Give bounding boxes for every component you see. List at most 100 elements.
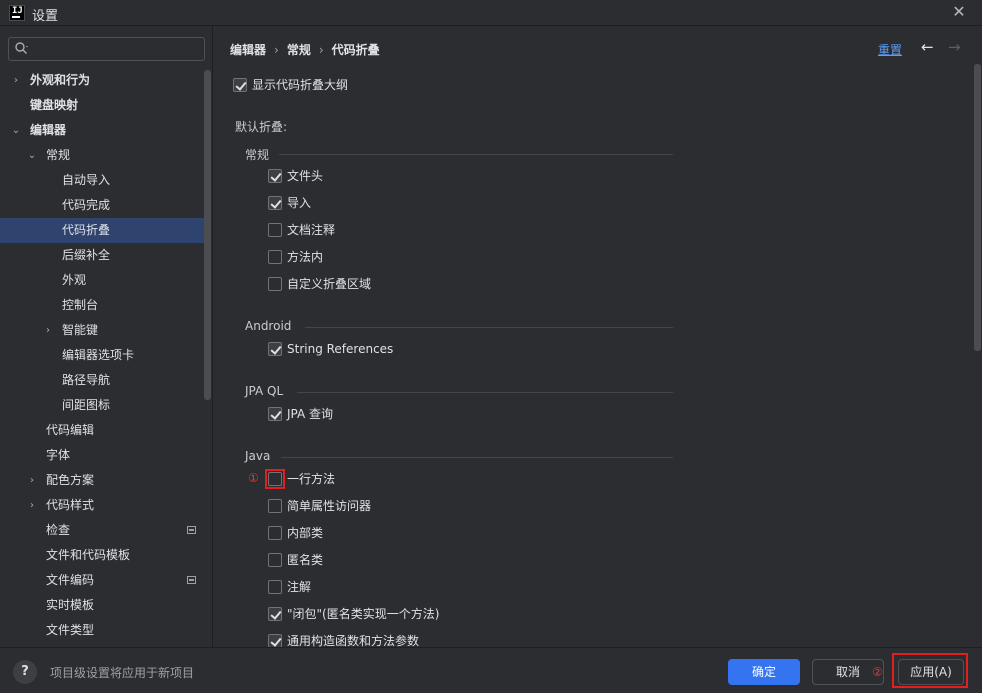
sidebar-item-label: 检查: [46, 523, 71, 537]
forward-arrow-icon[interactable]: →: [948, 38, 961, 56]
annotation-box-apply: [892, 653, 968, 688]
sidebar-item[interactable]: 字体: [0, 443, 204, 468]
chevron-right-icon[interactable]: ›: [10, 68, 22, 93]
sidebar-item[interactable]: 检查: [0, 518, 204, 543]
breadcrumb-item[interactable]: 编辑器: [230, 43, 266, 57]
ok-button[interactable]: 确定: [728, 659, 800, 685]
breadcrumb-separator: ›: [318, 43, 324, 57]
search-icon: [15, 42, 28, 54]
sidebar-item[interactable]: ⌄ 常规: [0, 143, 204, 168]
checkbox-label: 通用构造函数和方法参数: [287, 634, 420, 647]
sidebar-item[interactable]: 文件类型: [0, 618, 204, 643]
sidebar-item[interactable]: 间距图标: [0, 393, 204, 418]
group-separator: [297, 392, 673, 393]
checkbox-label: 导入: [287, 196, 312, 210]
checkbox-label: 显示代码折叠大纲: [252, 78, 349, 92]
checkbox[interactable]: [268, 499, 282, 513]
checkbox[interactable]: [268, 196, 282, 210]
sidebar-item[interactable]: 外观: [0, 268, 204, 293]
sidebar-item-label: 控制台: [62, 298, 99, 312]
checkbox-label: String References: [287, 342, 394, 356]
sidebar-item-label: 路径导航: [62, 373, 111, 387]
back-arrow-icon[interactable]: ←: [921, 38, 934, 56]
chevron-right-icon[interactable]: ›: [26, 493, 38, 518]
annotation-marker-2: ②: [872, 665, 883, 679]
sidebar-item[interactable]: › 代码样式: [0, 493, 204, 518]
annotation-marker-1: ①: [248, 471, 259, 485]
sidebar-item-label: 编辑器: [30, 123, 67, 137]
chevron-down-icon[interactable]: ⌄: [26, 143, 38, 168]
group-separator: [281, 457, 673, 458]
sidebar-item[interactable]: 代码折叠: [0, 218, 204, 243]
sidebar-item-label: 字体: [46, 448, 71, 462]
sidebar-item-label: 配色方案: [46, 473, 95, 487]
search-input[interactable]: [35, 40, 200, 58]
main-scrollbar[interactable]: [974, 64, 981, 351]
checkbox-label: 匿名类: [287, 553, 324, 567]
sidebar-item-label: 实时模板: [46, 598, 95, 612]
settings-sidebar: › 外观和行为 键盘映射 ⌄ 编辑器 ⌄ 常规 自动导入 代码完成 代码折叠 后缀补全 外观 控制台 › 智…: [0, 26, 213, 647]
chevron-right-icon[interactable]: ›: [26, 468, 38, 493]
checkbox[interactable]: [268, 526, 282, 540]
checkbox[interactable]: [268, 223, 282, 237]
sidebar-item[interactable]: › 智能键: [0, 318, 204, 343]
chevron-down-icon[interactable]: ⌄: [10, 118, 22, 143]
sidebar-item[interactable]: 自动导入: [0, 168, 204, 193]
checkbox[interactable]: [233, 78, 247, 92]
reset-link[interactable]: 重置: [878, 41, 902, 58]
checkbox[interactable]: [268, 250, 282, 264]
sidebar-item[interactable]: 编辑器选项卡: [0, 343, 204, 368]
default-fold-label: 默认折叠:: [235, 120, 288, 134]
sidebar-item[interactable]: 代码编辑: [0, 418, 204, 443]
sidebar-item-label: 外观: [62, 273, 87, 287]
sidebar-item[interactable]: 文件编码: [0, 568, 204, 593]
window-title: 设置: [32, 9, 59, 24]
checkbox[interactable]: [268, 607, 282, 621]
group-title: Android: [245, 319, 292, 333]
search-box[interactable]: [8, 37, 205, 61]
checkbox[interactable]: [268, 634, 282, 647]
breadcrumb-item[interactable]: 常规: [287, 43, 311, 57]
project-scope-icon: [187, 576, 196, 584]
checkbox[interactable]: [268, 277, 282, 291]
annotation-box-checkbox: [265, 469, 285, 489]
sidebar-item[interactable]: › 外观和行为: [0, 68, 204, 93]
chevron-right-icon[interactable]: ›: [42, 318, 54, 343]
sidebar-item-label: 代码样式: [46, 498, 95, 512]
checkbox[interactable]: [268, 553, 282, 567]
app-logo-icon: IJ: [9, 5, 25, 21]
sidebar-item-label: 编辑器选项卡: [62, 348, 135, 362]
sidebar-item-label: 文件编码: [46, 573, 95, 587]
checkbox[interactable]: [268, 580, 282, 594]
group-separator: [279, 154, 673, 155]
sidebar-item[interactable]: ⌄ 编辑器: [0, 118, 204, 143]
checkbox[interactable]: [268, 169, 282, 183]
checkbox[interactable]: [268, 407, 282, 421]
sidebar-item-label: 代码折叠: [62, 223, 111, 237]
sidebar-item[interactable]: 后缀补全: [0, 243, 204, 268]
checkbox[interactable]: [268, 342, 282, 356]
project-scope-icon: [187, 526, 196, 534]
checkbox-label: 注解: [287, 580, 312, 594]
title-bar: IJ 设置 ✕: [0, 0, 982, 26]
sidebar-item-label: 间距图标: [62, 398, 111, 412]
sidebar-item-label: 常规: [46, 148, 71, 162]
sidebar-item-label: 后缀补全: [62, 248, 111, 262]
breadcrumb: 编辑器 › 常规 › 代码折叠: [230, 41, 380, 58]
sidebar-item[interactable]: › 配色方案: [0, 468, 204, 493]
sidebar-item-label: 代码编辑: [46, 423, 95, 437]
group-title: 常规: [245, 148, 270, 162]
sidebar-item[interactable]: 实时模板: [0, 593, 204, 618]
sidebar-item[interactable]: 路径导航: [0, 368, 204, 393]
sidebar-scrollbar[interactable]: [204, 70, 211, 400]
sidebar-item[interactable]: 代码完成: [0, 193, 204, 218]
sidebar-item[interactable]: 文件和代码模板: [0, 543, 204, 568]
checkbox-label: "闭包"(匿名类实现一个方法): [287, 607, 440, 621]
sidebar-item[interactable]: 控制台: [0, 293, 204, 318]
sidebar-item[interactable]: 键盘映射: [0, 93, 204, 118]
close-icon[interactable]: ✕: [950, 3, 968, 21]
dialog-footer: ? 项目级设置将应用于新项目 确定 取消 ② 应用(A): [0, 647, 982, 693]
settings-main-panel: 编辑器 › 常规 › 代码折叠 重置 ← → 显示代码折叠大纲 默认折叠: 常规 文件头 导入文…: [214, 26, 982, 647]
checkbox-label: 文档注释: [287, 223, 336, 237]
help-button[interactable]: ?: [13, 660, 37, 684]
